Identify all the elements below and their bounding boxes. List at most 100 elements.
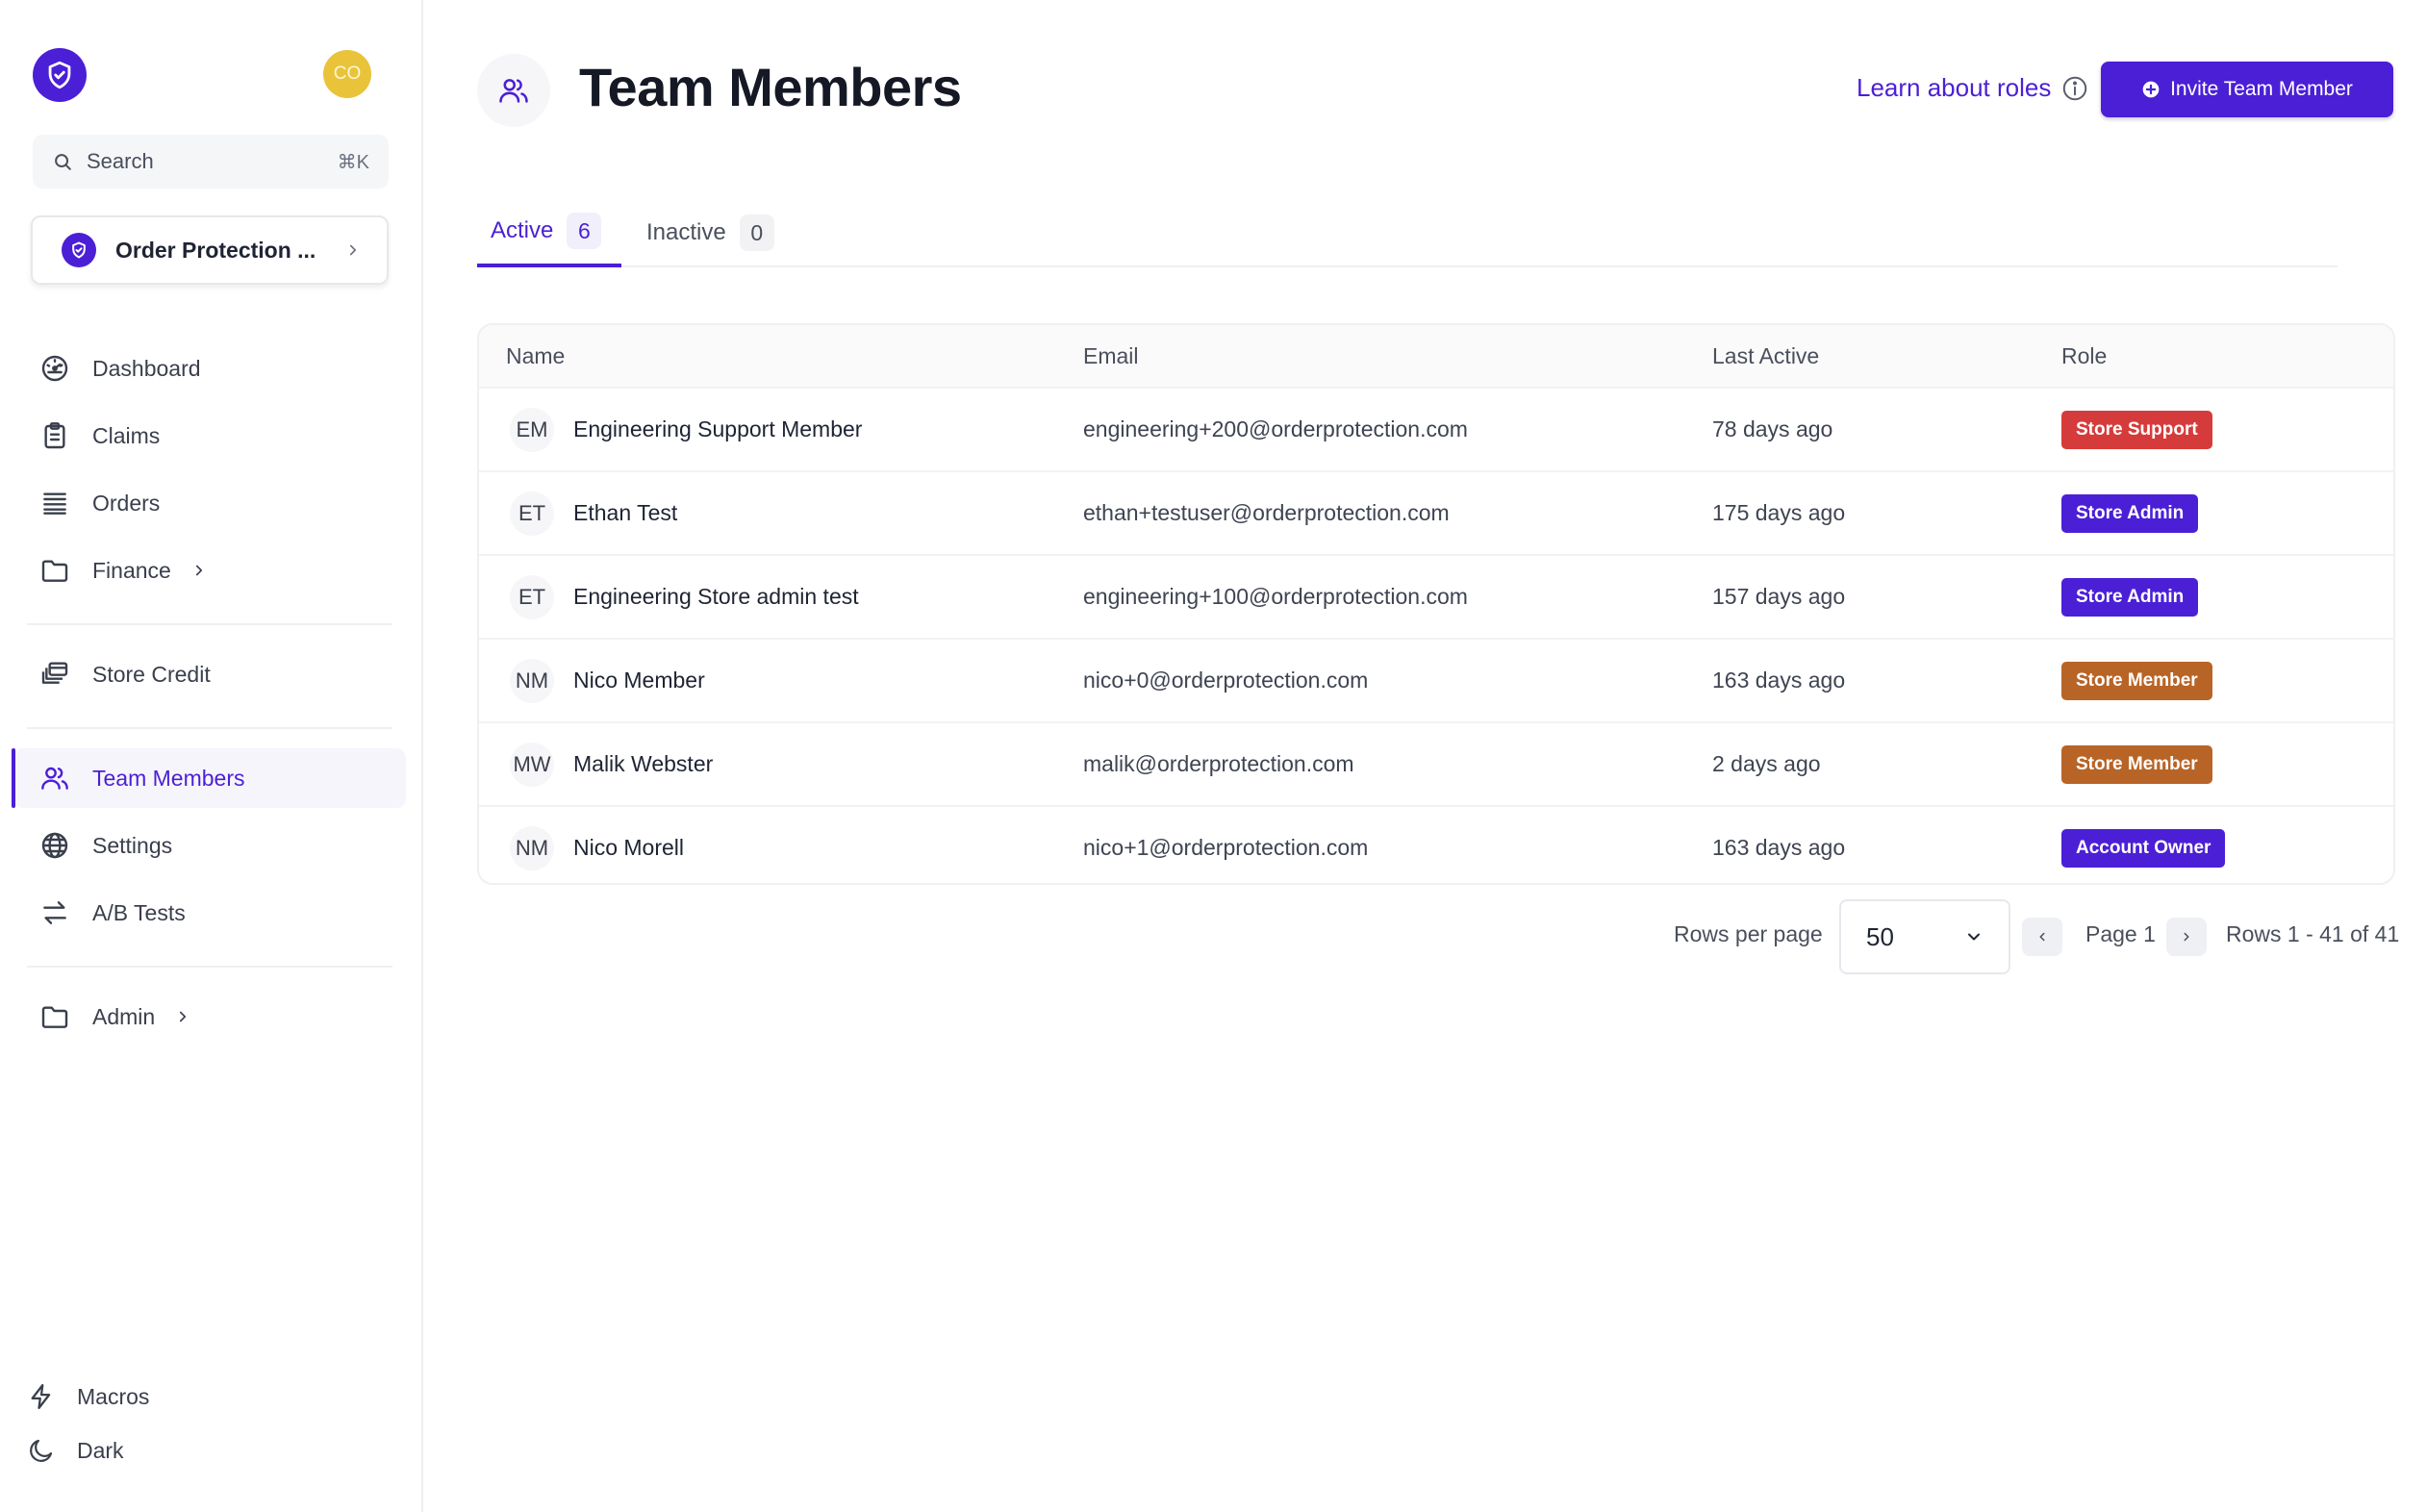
member-cell: NM Nico Member — [510, 658, 705, 703]
member-name: Nico Morell — [573, 835, 685, 860]
chevron-right-icon — [174, 1008, 191, 1025]
sidebar-divider — [27, 727, 392, 729]
bolt-icon — [31, 1384, 51, 1409]
table-row[interactable]: ET Engineering Store admin test engineerin… — [479, 554, 2393, 638]
member-last-active: 2 days ago — [1712, 751, 1821, 776]
next-page-button[interactable] — [2166, 918, 2207, 956]
sidebar-item-team-members[interactable]: Team Members — [12, 748, 406, 808]
learn-about-roles-link[interactable]: Learn about roles — [1857, 73, 2089, 103]
table-body: EM Engineering Support Member engineering+… — [479, 387, 2393, 883]
shield-check-icon — [48, 61, 71, 89]
member-cell: ET Engineering Store admin test — [510, 574, 859, 619]
sidebar-item-admin[interactable]: Admin — [13, 987, 406, 1046]
role-cell: Store Admin — [2061, 493, 2199, 533]
moon-icon — [30, 1439, 53, 1462]
invite-team-member-button[interactable]: Invite Team Member — [2101, 62, 2393, 117]
column-header-email: Email — [1083, 342, 1139, 368]
sidebar-item-finance[interactable]: Finance — [13, 541, 406, 600]
previous-page-button[interactable] — [2022, 918, 2062, 956]
member-name: Malik Webster — [573, 751, 714, 776]
sidebar-item-orders[interactable]: Orders — [13, 473, 406, 533]
rows-per-page-value: 50 — [1866, 921, 1894, 951]
chevron-right-icon — [190, 562, 208, 579]
sidebar-divider — [27, 623, 392, 625]
page-header-icon — [477, 54, 550, 127]
role-cell: Account Owner — [2061, 828, 2226, 868]
tab-inactive[interactable]: Inactive 0 — [646, 198, 774, 267]
member-last-active: 175 days ago — [1712, 500, 1846, 525]
tab-count-badge: 6 — [567, 213, 602, 249]
sidebar-item-label: Team Members — [92, 765, 245, 791]
sidebar-item-claims[interactable]: Claims — [13, 406, 406, 466]
store-logo — [62, 233, 96, 267]
sidebar-divider — [27, 966, 392, 968]
sidebar-item-ab-tests[interactable]: A/B Tests — [13, 883, 406, 943]
sidebar-item-label: Settings — [92, 832, 173, 858]
chevron-right-icon — [2184, 932, 2189, 942]
folder-icon — [38, 554, 71, 587]
sidebar-item-settings[interactable]: Settings — [13, 816, 406, 875]
app-logo[interactable] — [33, 48, 87, 102]
column-header-role: Role — [2061, 342, 2108, 368]
sidebar-item-dashboard[interactable]: Dashboard — [13, 339, 406, 398]
column-header-last-active: Last Active — [1712, 342, 1820, 368]
member-last-active: 78 days ago — [1712, 416, 1833, 441]
member-name: Engineering Store admin test — [573, 584, 859, 609]
sidebar-item-label: Admin — [92, 1003, 156, 1029]
sidebar-item-label: Orders — [92, 490, 161, 516]
shield-check-icon — [72, 241, 86, 259]
sidebar-item-label: Macros — [77, 1383, 150, 1409]
plus-circle-icon — [2141, 80, 2161, 99]
dashboard-icon — [38, 352, 71, 385]
tab-active[interactable]: Active 6 — [477, 198, 621, 267]
info-icon — [2060, 74, 2089, 103]
member-cell: MW Malik Webster — [510, 742, 714, 787]
role-badge[interactable]: Store Admin — [2061, 493, 2199, 533]
chevron-down-icon — [1968, 933, 1980, 941]
sidebar-item-store-credit[interactable]: Store Credit — [13, 644, 406, 704]
avatar: ET — [510, 574, 554, 619]
role-badge[interactable]: Store Support — [2061, 410, 2212, 449]
member-email: nico+0@orderprotection.com — [1083, 668, 1369, 693]
member-name: Ethan Test — [573, 500, 678, 525]
search-shortcut: ⌘K — [337, 151, 369, 173]
role-badge[interactable]: Account Owner — [2061, 828, 2226, 868]
store-switcher[interactable]: Order Protection ... — [31, 215, 389, 285]
sidebar-item-macros[interactable]: Macros — [27, 1373, 149, 1420]
clipboard-icon — [38, 419, 71, 452]
theme-toggle-dark[interactable]: Dark — [27, 1427, 124, 1474]
search-icon — [55, 154, 71, 170]
role-badge[interactable]: Store Admin — [2061, 577, 2199, 617]
avatar: MW — [510, 742, 554, 787]
store-name: Order Protection ... — [115, 237, 316, 263]
avatar: NM — [510, 825, 554, 870]
user-avatar[interactable]: CO — [323, 50, 371, 98]
table-header: Name Email Last Active Role — [479, 325, 2393, 387]
member-email: nico+1@orderprotection.com — [1083, 835, 1369, 860]
member-name: Engineering Support Member — [573, 416, 863, 441]
member-last-active: 157 days ago — [1712, 584, 1846, 609]
table-row[interactable]: MW Malik Webster malik@orderprotection.com… — [479, 721, 2393, 805]
role-badge[interactable]: Store Member — [2061, 744, 2212, 784]
search-input[interactable]: Search ⌘K — [33, 135, 389, 189]
chevron-right-icon — [349, 244, 357, 256]
role-cell: Store Support — [2061, 410, 2212, 449]
status-tabs: Active 6 Inactive 0 — [477, 198, 2338, 267]
table-row[interactable]: ET Ethan Test ethan+testuser@orderprotecti… — [479, 470, 2393, 554]
member-email: engineering+200@orderprotection.com — [1083, 416, 1468, 441]
rows-per-page-select[interactable]: 50 — [1839, 899, 2010, 974]
role-badge[interactable]: Store Member — [2061, 661, 2212, 700]
invite-button-label: Invite Team Member — [2170, 78, 2353, 100]
folder-icon — [38, 1000, 71, 1033]
table-row[interactable]: EM Engineering Support Member engineering+… — [479, 387, 2393, 470]
tab-label: Active — [491, 217, 554, 243]
sidebar-item-label: Claims — [92, 422, 161, 448]
users-icon — [38, 762, 71, 794]
rows-range-label: Rows 1 - 41 of 41 — [2226, 921, 2400, 946]
chevron-left-icon — [2039, 932, 2045, 942]
table-row[interactable]: NM Nico Member nico+0@orderprotection.com 1… — [479, 638, 2393, 721]
arrows-icon — [38, 896, 71, 929]
sidebar: CO Search ⌘K Order Protection ... Dashbo… — [0, 0, 423, 1512]
table-row[interactable]: NM Nico Morell nico+1@orderprotection.com 1… — [479, 805, 2393, 883]
member-name: Nico Member — [573, 668, 705, 693]
